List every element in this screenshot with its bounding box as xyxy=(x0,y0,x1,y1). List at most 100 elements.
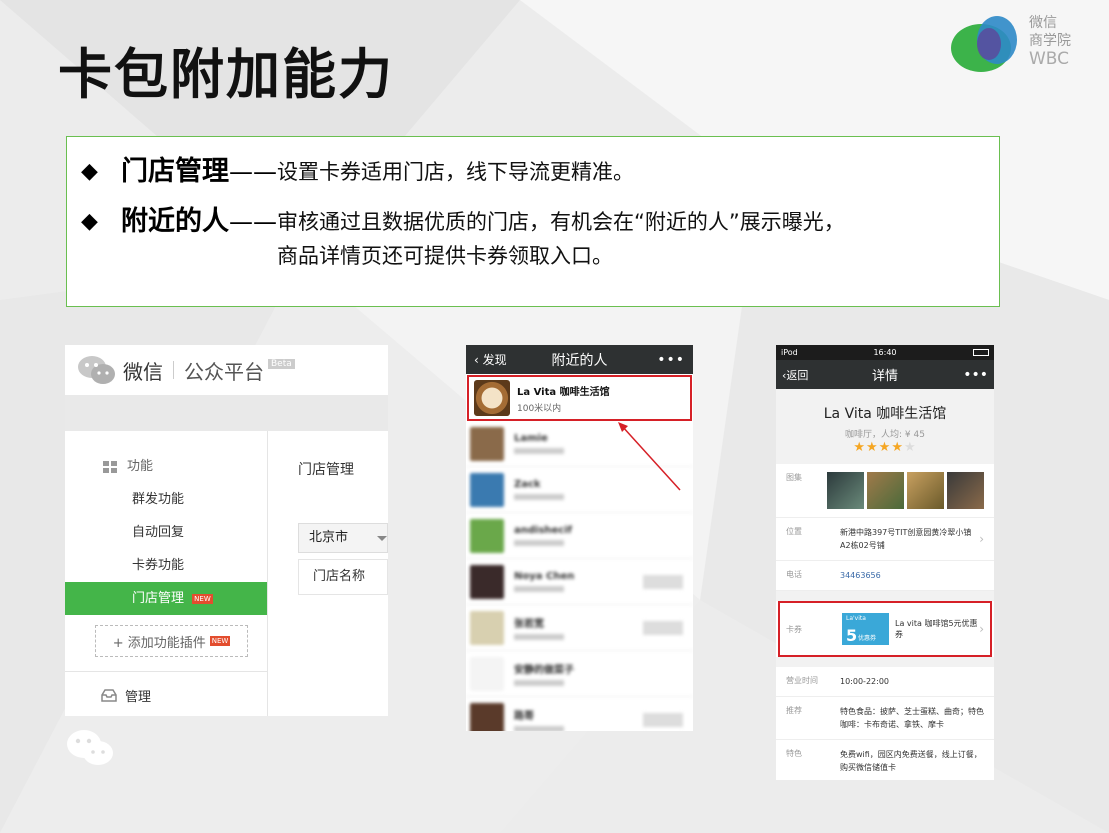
status-time: 16:40 xyxy=(873,348,897,357)
gallery-thumb[interactable] xyxy=(827,472,864,509)
platform-toolbar xyxy=(65,395,388,431)
detail-title: 详情 xyxy=(871,369,898,384)
gallery-thumb[interactable] xyxy=(947,472,984,509)
hours-label: 营业时间 xyxy=(786,676,818,685)
grid-icon xyxy=(103,461,117,473)
list-item[interactable]: Noya Chen xyxy=(466,559,693,605)
feature-label: 特色 xyxy=(786,749,802,758)
slide-title: 卡包附加能力 xyxy=(58,43,394,106)
wechat-logo-icon xyxy=(78,356,115,384)
avatar xyxy=(470,472,504,507)
bullet-body-line1: 审核通过且数据优质的门店，有机会在“附近的人”展示曝光， xyxy=(277,210,845,234)
avatar xyxy=(470,702,504,731)
feature-value: 免费wifi，园区内免费送餐，线上订餐，购买微信储值卡 xyxy=(840,750,982,772)
detail-navbar: ‹返回 详情 ••• xyxy=(776,360,994,389)
gallery-row[interactable]: 图集 xyxy=(776,464,994,518)
red-arrow-icon xyxy=(618,422,681,491)
list-item[interactable]: 路哥 xyxy=(466,697,693,731)
add-plugin-button[interactable]: + 添加功能插件 NEW xyxy=(95,625,248,657)
list-item-name: Noya Chen xyxy=(514,571,575,582)
list-item-name: 安静的做菜子 xyxy=(514,665,574,676)
list-item[interactable]: 安静的做菜子 xyxy=(466,651,693,697)
bullet-head: 附近的人 xyxy=(121,206,229,237)
wechat-platform-screenshot: 微信 公众平台 Beta 功能 群发功能 自动回复 卡券功能 门店管理 NEW … xyxy=(65,345,388,716)
rating-stars: ★★★★★ xyxy=(776,440,994,455)
beta-badge: Beta xyxy=(268,359,295,369)
logo-line3: WBC xyxy=(1029,49,1070,69)
location-value: 新港中路397号TIT创意园黄冷翠小镇A2栋02号铺 xyxy=(840,528,972,550)
phone-value: 34463656 xyxy=(840,571,881,580)
star-icon: ★ xyxy=(866,440,879,455)
gallery-thumb[interactable] xyxy=(907,472,944,509)
nearby-store-item[interactable]: La Vita 咖啡生活馆 100米以内 xyxy=(467,375,692,421)
feature-row: 特色 免费wifi，园区内免费送餐，线上订餐，购买微信储值卡 xyxy=(776,740,994,780)
sidebar-item-coupons[interactable]: 卡券功能 xyxy=(65,549,267,582)
new-badge: NEW xyxy=(209,636,231,646)
coupon-brand: La'vita xyxy=(846,615,866,622)
list-item-subtitle xyxy=(514,726,564,731)
star-icon: ★ xyxy=(891,440,904,455)
coupon-text: La vita 咖啡馆5元优惠券 xyxy=(895,619,978,639)
diamond-bullet-icon: ◆ xyxy=(81,209,98,234)
star-icon: ★ xyxy=(903,440,917,455)
bullet-dash: —— xyxy=(229,208,277,236)
bullet-body: 设置卡券适用门店，线下导流更精准。 xyxy=(277,160,634,184)
store-name-column-header: 门店名称 xyxy=(298,559,388,595)
coupon-row[interactable]: 卡券 La'vita 5 优惠券 La vita 咖啡馆5元优惠券 › xyxy=(778,601,992,657)
gallery-label: 图集 xyxy=(786,473,802,482)
list-item-meta xyxy=(643,574,683,589)
bullet-head: 门店管理 xyxy=(121,156,229,187)
add-plugin-label: + 添加功能插件 xyxy=(112,635,206,651)
phone-label: 电话 xyxy=(786,570,802,579)
status-bar: iPod 16:40 xyxy=(776,345,994,360)
sidebar-item-label: 门店管理 xyxy=(132,591,185,606)
logo-line1: 微信 xyxy=(1029,15,1057,31)
wbc-logo: 微信 商学院 WBC xyxy=(947,10,1087,80)
coupon-label: 卡券 xyxy=(786,624,802,634)
sidebar-category-features: 功能 xyxy=(65,451,267,483)
avatar xyxy=(470,564,504,599)
chevron-down-icon xyxy=(377,536,387,541)
bullet-body: 审核通过且数据优质的门店，有机会在“附近的人”展示曝光， 商品详情页还可提供卡券… xyxy=(277,205,845,273)
avatar xyxy=(470,610,504,645)
bullet-store-management: ◆ 门店管理 —— 设置卡券适用门店，线下导流更精准。 xyxy=(81,155,985,189)
bullet-nearby-people: ◆ 附近的人 —— 审核通过且数据优质的门店，有机会在“附近的人”展示曝光， 商… xyxy=(81,205,985,273)
hours-value: 10:00-22:00 xyxy=(840,677,889,686)
star-icon: ★ xyxy=(878,440,892,455)
city-select[interactable]: 北京市 xyxy=(298,523,388,553)
list-item-name: 张若宽 xyxy=(514,619,544,630)
platform-main: 门店管理 北京市 门店名称 xyxy=(268,431,388,716)
hours-row: 营业时间 10:00-22:00 xyxy=(776,667,994,697)
sidebar-item-mass-send[interactable]: 群发功能 xyxy=(65,483,267,516)
wbc-logo-icon xyxy=(951,16,1017,72)
coupon-image: La'vita 5 优惠券 xyxy=(842,613,889,645)
list-item-name: andishecif xyxy=(514,525,573,536)
coffee-avatar xyxy=(474,380,510,416)
nearby-navbar: ‹ 发现 附近的人 ••• xyxy=(466,345,693,374)
store-detail-screenshot: iPod 16:40 ‹返回 详情 ••• La Vita 咖啡生活馆 咖啡厅，… xyxy=(776,345,994,780)
list-item[interactable]: andishecif xyxy=(466,513,693,559)
location-row[interactable]: 位置 新港中路397号TIT创意园黄冷翠小镇A2栋02号铺 › xyxy=(776,518,994,561)
manage-label: 管理 xyxy=(125,690,152,705)
avatar xyxy=(470,426,504,461)
sidebar-category-manage[interactable]: 管理 xyxy=(65,671,267,716)
bullet-box: ◆ 门店管理 —— 设置卡券适用门店，线下导流更精准。 ◆ 附近的人 —— 审核… xyxy=(66,136,1000,307)
store-meta: 咖啡厅，人均: ¥ 45 xyxy=(845,430,925,440)
platform-header: 微信 公众平台 Beta xyxy=(65,345,388,395)
coupon-value: 5 xyxy=(846,626,858,645)
nearby-title: 附近的人 xyxy=(551,352,608,369)
list-item[interactable]: 张若宽 xyxy=(466,605,693,651)
store-header: La Vita 咖啡生活馆 咖啡厅，人均: ¥ 45 ★★★★★ xyxy=(776,389,994,464)
location-label: 位置 xyxy=(786,527,802,536)
recommend-row: 推荐 特色食品：披萨、芝士蛋糕、曲奇；特色咖啡：卡布奇诺、拿铁、摩卡 xyxy=(776,697,994,740)
list-item-subtitle xyxy=(514,634,564,640)
coupon-tag: 优惠券 xyxy=(858,635,877,642)
bullet-body-line2: 商品详情页还可提供卡券领取入口。 xyxy=(277,244,613,268)
sidebar-item-auto-reply[interactable]: 自动回复 xyxy=(65,516,267,549)
diamond-bullet-icon: ◆ xyxy=(81,159,98,184)
phone-row[interactable]: 电话 34463656 xyxy=(776,561,994,591)
new-badge: NEW xyxy=(192,593,213,604)
list-item-subtitle xyxy=(514,680,564,686)
sidebar-item-store-management[interactable]: 门店管理 NEW xyxy=(65,582,267,615)
gallery-thumb[interactable] xyxy=(867,472,904,509)
